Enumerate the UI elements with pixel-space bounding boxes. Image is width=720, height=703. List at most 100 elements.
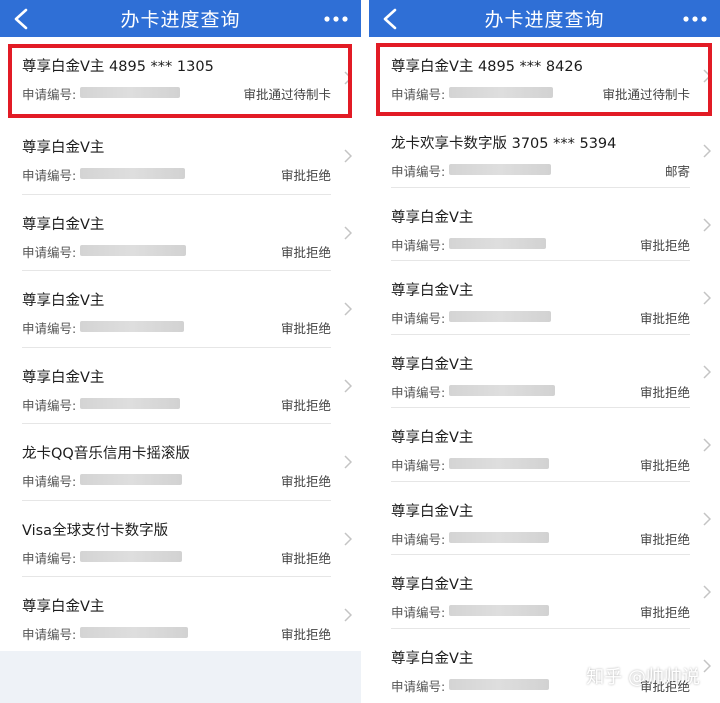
redacted-application-number [449, 678, 549, 690]
list-item-content: 尊享白金V主 申请编号: 审批拒绝 [391, 408, 690, 482]
chevron-left-icon[interactable] [12, 8, 32, 30]
card-name: 尊享白金V主 [391, 503, 474, 520]
list-item[interactable]: 尊享白金V主 申请编号: 审批拒绝 [0, 271, 361, 348]
status-text: 邮寄 [664, 164, 690, 179]
card-application-list: 尊享白金V主 4895 *** 1305 申请编号: 审批通过待制卡尊享白金V主 申请… [0, 37, 361, 651]
status-text: 审批通过待制卡 [602, 87, 690, 102]
status-text: 审批拒绝 [639, 458, 690, 473]
chevron-left-icon[interactable] [381, 8, 401, 30]
status-text: 审批拒绝 [639, 237, 690, 253]
more-dots-icon[interactable] [683, 16, 707, 22]
redacted-application-number [80, 321, 184, 332]
list-item[interactable]: 尊享白金V主 申请编号: 审批拒绝 [369, 261, 720, 335]
card-name: 尊享白金V主 4895 *** 8426 [391, 59, 583, 75]
list-item-content: 尊享白金V主 申请编号: 审批拒绝 [391, 335, 690, 408]
application-number-label: 申请编号: [22, 627, 77, 642]
chevron-right-icon [703, 291, 711, 305]
list-item[interactable]: 尊享白金V主 申请编号: 审批拒绝 [0, 348, 361, 424]
application-number-label: 申请编号: [391, 384, 446, 400]
application-number-label: 申请编号: [391, 311, 446, 326]
card-name: Visa全球支付卡数字版 [22, 522, 169, 539]
list-item-content: 龙卡QQ音乐信用卡摇滚版 申请编号: 审批拒绝 [22, 424, 331, 501]
chevron-right-icon [344, 225, 352, 240]
card-name: 龙卡欢享卡数字版 3705 *** 5394 [391, 136, 617, 152]
right-screenshot: 办卡进度查询 尊享白金V主 4895 *** 8426 申请编号: 审批通过待制卡龙… [369, 0, 720, 703]
list-item-content: 尊享白金V主 申请编号: 审批拒绝 [22, 348, 331, 424]
status-text: 审批拒绝 [280, 474, 331, 489]
list-item-content: 尊享白金V主 申请编号: 审批拒绝 [22, 195, 331, 271]
application-number-label: 申请编号: [391, 237, 446, 253]
application-number-label: 申请编号: [22, 168, 77, 183]
card-application-list: 尊享白金V主 4895 *** 8426 申请编号: 审批通过待制卡龙卡欢享卡数字版… [369, 37, 720, 703]
page-title: 办卡进度查询 [120, 9, 241, 31]
list-item[interactable]: 尊享白金V主 申请编号: 审批拒绝 [0, 577, 361, 654]
application-number-label: 申请编号: [391, 531, 446, 547]
status-text: 审批拒绝 [280, 168, 331, 183]
status-text: 审批拒绝 [280, 321, 331, 336]
list-item-content: 尊享白金V主 申请编号: 审批拒绝 [22, 118, 331, 195]
chevron-right-icon [703, 364, 711, 379]
list-item[interactable]: 尊享白金V主 申请编号: 审批拒绝 [369, 335, 720, 408]
redacted-application-number [449, 384, 555, 396]
card-name: 龙卡QQ音乐信用卡摇滚版 [22, 446, 190, 462]
card-name: 尊享白金V主 [22, 599, 105, 615]
application-number-label: 申请编号: [22, 397, 77, 413]
chevron-right-icon [344, 608, 352, 622]
list-item-content: Visa全球支付卡数字版 申请编号: 审批拒绝 [22, 501, 331, 577]
status-text: 审批拒绝 [639, 605, 690, 620]
list-item[interactable]: 尊享白金V主 申请编号: 审批拒绝 [369, 408, 720, 482]
application-number-label: 申请编号: [391, 678, 446, 694]
application-number-label: 申请编号: [391, 87, 446, 102]
status-text: 审批拒绝 [280, 627, 331, 642]
chevron-right-icon [703, 69, 711, 83]
application-number-label: 申请编号: [391, 458, 446, 473]
chevron-right-icon [344, 71, 352, 85]
list-item[interactable]: 龙卡QQ音乐信用卡摇滚版 申请编号: 审批拒绝 [0, 424, 361, 501]
list-item[interactable]: 尊享白金V主 申请编号: 审批拒绝 [369, 555, 720, 629]
redacted-application-number [80, 627, 188, 638]
list-item[interactable]: Visa全球支付卡数字版 申请编号: 审批拒绝 [0, 501, 361, 577]
top-nav-bar: 办卡进度查询 [369, 0, 720, 37]
list-item-content: 尊享白金V主 申请编号: 审批拒绝 [391, 188, 690, 261]
card-name: 尊享白金V主 [391, 283, 474, 299]
more-dots-icon[interactable] [324, 16, 348, 22]
card-name: 尊享白金V主 [391, 650, 474, 667]
card-name: 尊享白金V主 [22, 293, 105, 309]
chevron-right-icon [703, 438, 711, 452]
list-item[interactable]: 尊享白金V主 申请编号: 审批拒绝 [369, 482, 720, 555]
list-item-content: 尊享白金V主 4895 *** 8426 申请编号: 审批通过待制卡 [391, 37, 690, 114]
list-item[interactable]: 尊享白金V主 4895 *** 8426 申请编号: 审批通过待制卡 [369, 37, 720, 114]
list-item[interactable]: 尊享白金V主 申请编号: 审批拒绝 [369, 188, 720, 261]
redacted-application-number [80, 474, 182, 485]
application-number-label: 申请编号: [22, 244, 77, 260]
chevron-right-icon [344, 302, 352, 316]
redacted-application-number [80, 87, 180, 98]
list-item[interactable]: 尊享白金V主 申请编号: 审批拒绝 [0, 195, 361, 271]
status-text: 审批拒绝 [280, 244, 331, 260]
list-item[interactable]: 龙卡欢享卡数字版 3705 *** 5394 申请编号: 邮寄 [369, 114, 720, 188]
chevron-right-icon [703, 217, 711, 232]
redacted-application-number [80, 244, 186, 256]
application-number-label: 申请编号: [22, 321, 77, 336]
chevron-right-icon [344, 149, 352, 163]
list-item-content: 尊享白金V主 4895 *** 1305 申请编号: 审批通过待制卡 [22, 37, 331, 118]
card-name: 尊享白金V主 [391, 430, 474, 446]
list-item-content: 尊享白金V主 申请编号: 审批拒绝 [22, 271, 331, 348]
application-number-label: 申请编号: [22, 550, 77, 566]
redacted-application-number [80, 168, 185, 179]
card-name: 尊享白金V主 [391, 356, 474, 373]
list-item[interactable]: 尊享白金V主 4895 *** 1305 申请编号: 审批通过待制卡 [0, 37, 361, 118]
card-name: 尊享白金V主 [22, 216, 105, 233]
redacted-application-number [449, 237, 546, 249]
redacted-application-number [449, 164, 551, 175]
list-item[interactable]: 尊享白金V主 申请编号: 审批拒绝 [0, 118, 361, 195]
status-text: 审批拒绝 [639, 531, 690, 547]
redacted-application-number [80, 397, 180, 409]
chevron-right-icon [344, 531, 352, 546]
application-number-label: 申请编号: [22, 474, 77, 489]
redacted-application-number [449, 458, 549, 469]
redacted-application-number [449, 87, 553, 98]
card-name: 尊享白金V主 [22, 369, 105, 386]
chevron-right-icon [703, 585, 711, 599]
list-item-content: 尊享白金V主 申请编号: 审批拒绝 [391, 482, 690, 555]
